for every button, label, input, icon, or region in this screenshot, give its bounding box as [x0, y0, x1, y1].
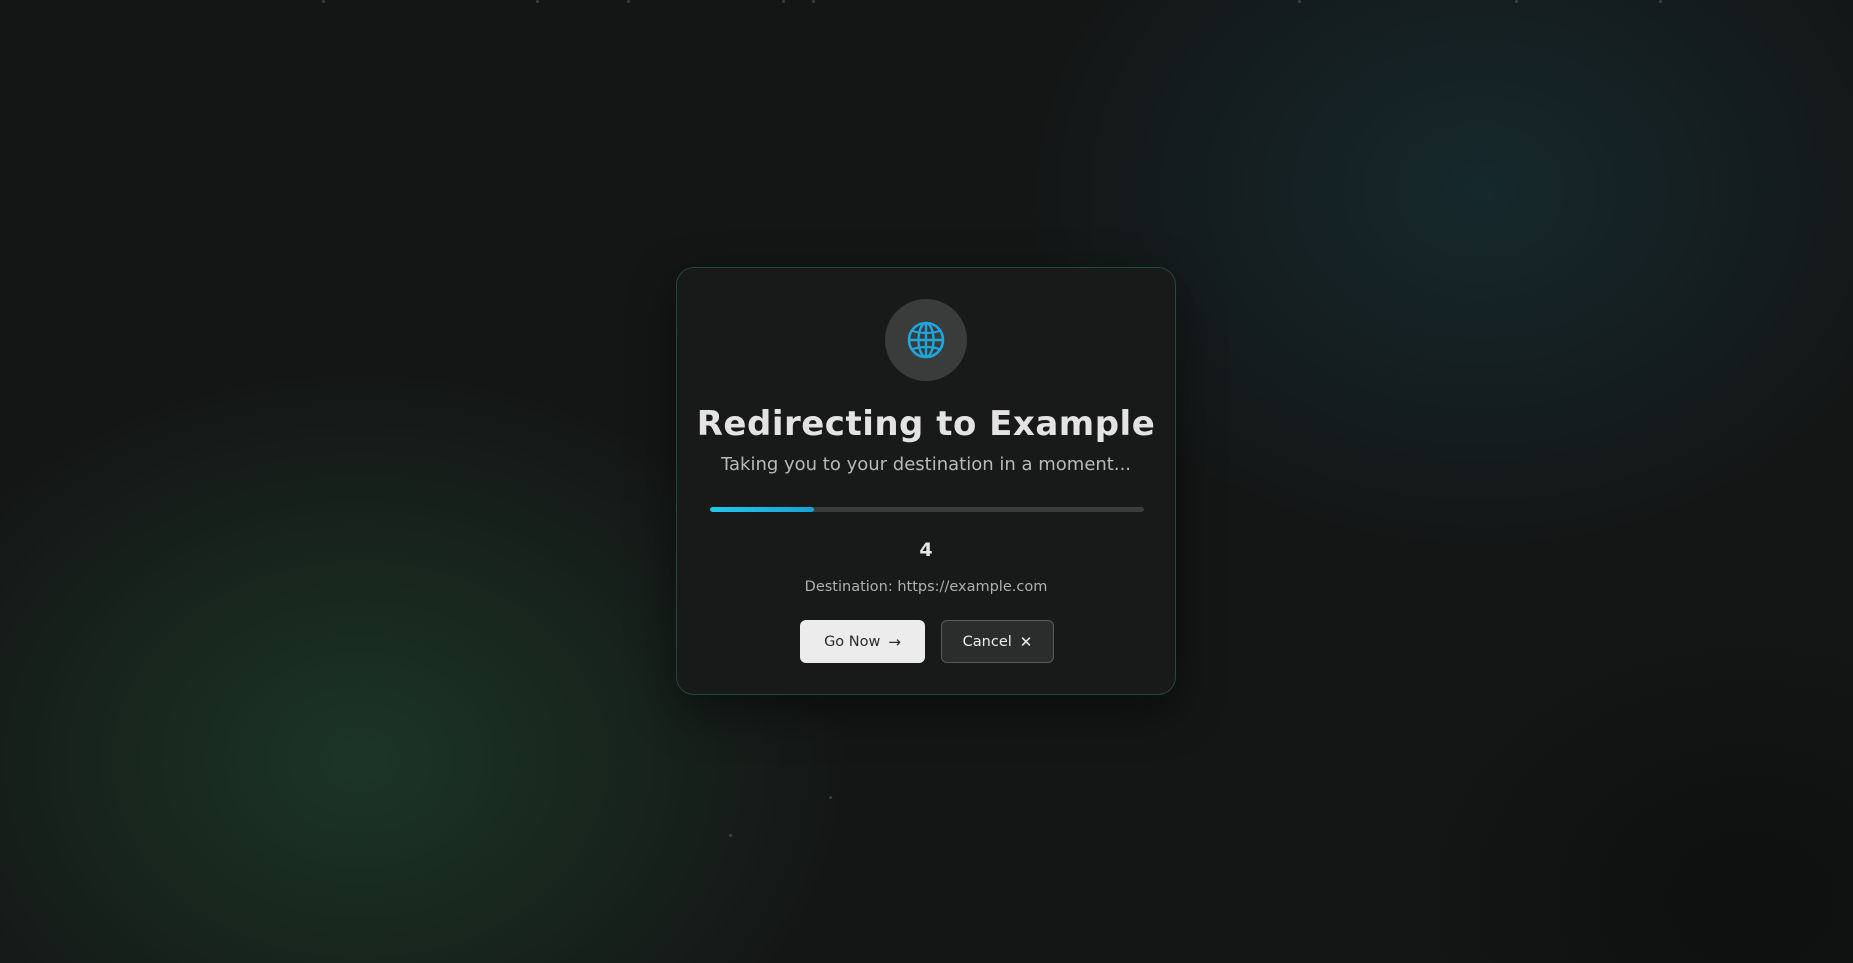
go-now-label: Go Now: [824, 633, 881, 650]
background-particle: [1298, 0, 1301, 3]
cancel-button[interactable]: Cancel ✕: [941, 620, 1054, 663]
redirect-progress-fill: [710, 507, 815, 512]
page-title: Redirecting to Example: [696, 404, 1156, 444]
close-icon: ✕: [1019, 632, 1033, 651]
background-particle: [1515, 0, 1518, 3]
page-subtitle: Taking you to your destination in a mome…: [720, 454, 1132, 475]
redirect-progress-bar: [710, 507, 1144, 512]
go-now-button[interactable]: Go Now →: [800, 620, 925, 663]
globe-icon: [907, 321, 945, 359]
background-particle: [1659, 0, 1662, 3]
background-particle: [829, 796, 832, 799]
cancel-label: Cancel: [962, 633, 1012, 650]
background-particle: [536, 0, 539, 3]
arrow-right-icon: →: [888, 632, 901, 651]
globe-icon-badge: [885, 299, 967, 381]
countdown-timer: 4: [919, 539, 933, 561]
destination-url: Destination: https://example.com: [804, 579, 1048, 595]
background-particle: [729, 834, 732, 837]
background-particle: [627, 0, 630, 3]
background-particle: [782, 0, 785, 3]
redirect-card: Redirecting to Example Taking you to you…: [676, 267, 1176, 695]
background-particle: [322, 0, 325, 3]
background-particle: [812, 0, 815, 3]
